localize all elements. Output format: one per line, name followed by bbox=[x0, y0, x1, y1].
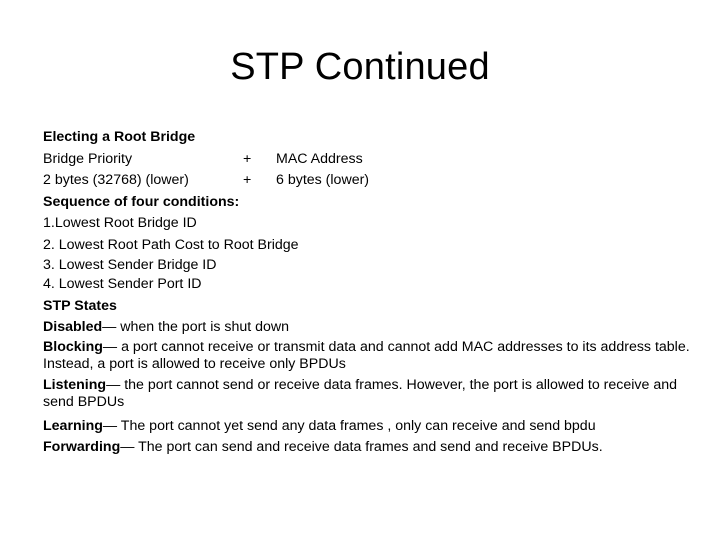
bridge-priority-size: 2 bytes (32768) (lower) bbox=[43, 172, 189, 188]
state-separator: — bbox=[106, 377, 125, 393]
state-disabled: Disabled— when the port is shut down bbox=[43, 317, 693, 339]
state-forwarding: Forwarding— The port can send and receiv… bbox=[43, 437, 693, 459]
state-description: the port cannot send or receive data fra… bbox=[43, 377, 678, 410]
bridge-priority-label: Bridge Priority bbox=[43, 150, 133, 167]
state-separator: — bbox=[120, 439, 139, 455]
electing-heading: Electing a Root Bridge bbox=[43, 129, 196, 145]
state-description: a port cannot receive or transmit data a… bbox=[43, 338, 690, 372]
state-name: Forwarding bbox=[43, 439, 121, 455]
plus-operator: + bbox=[243, 150, 252, 167]
slide-body: Electing a Root Bridge Bridge Priority +… bbox=[43, 127, 693, 459]
state-blocking: Blocking— a port cannot receive or trans… bbox=[43, 339, 693, 373]
bridge-id-row-2: 2 bytes (32768) (lower) + 6 bytes (lower… bbox=[43, 170, 693, 192]
slide-title: STP Continued bbox=[230, 46, 490, 88]
state-description: The port can send and receive data frame… bbox=[138, 439, 603, 455]
state-listening: Listening— the port cannot send or recei… bbox=[43, 377, 693, 411]
state-name: Learning bbox=[43, 417, 103, 434]
state-learning: Learning— The port cannot yet send any d… bbox=[43, 416, 693, 438]
mac-address-size: 6 bytes (lower) bbox=[276, 172, 370, 188]
mac-address-label: MAC Address bbox=[276, 150, 363, 167]
state-description: The port cannot yet send any data frames… bbox=[120, 417, 596, 434]
state-separator: — bbox=[102, 417, 121, 434]
bridge-id-row-1: Bridge Priority + MAC Address bbox=[43, 149, 693, 171]
states-heading: STP States bbox=[43, 297, 117, 314]
state-name: Blocking bbox=[43, 338, 103, 355]
state-name: Disabled bbox=[43, 319, 103, 335]
plus-operator: + bbox=[243, 172, 252, 188]
condition-item: 2. Lowest Root Path Cost to Root Bridge bbox=[43, 236, 299, 253]
state-separator: — bbox=[102, 338, 122, 355]
condition-item: 3. Lowest Sender Bridge ID bbox=[43, 257, 217, 273]
conditions-heading: Sequence of four conditions: bbox=[43, 193, 240, 210]
condition-item: 1.Lowest Root Bridge ID bbox=[43, 215, 197, 231]
state-name: Listening bbox=[43, 377, 107, 393]
slide: STP Continued Electing a Root Bridge Bri… bbox=[0, 0, 720, 540]
state-description: when the port is shut down bbox=[120, 319, 290, 335]
state-separator: — bbox=[102, 319, 121, 335]
condition-item: 4. Lowest Sender Port ID bbox=[43, 276, 202, 292]
